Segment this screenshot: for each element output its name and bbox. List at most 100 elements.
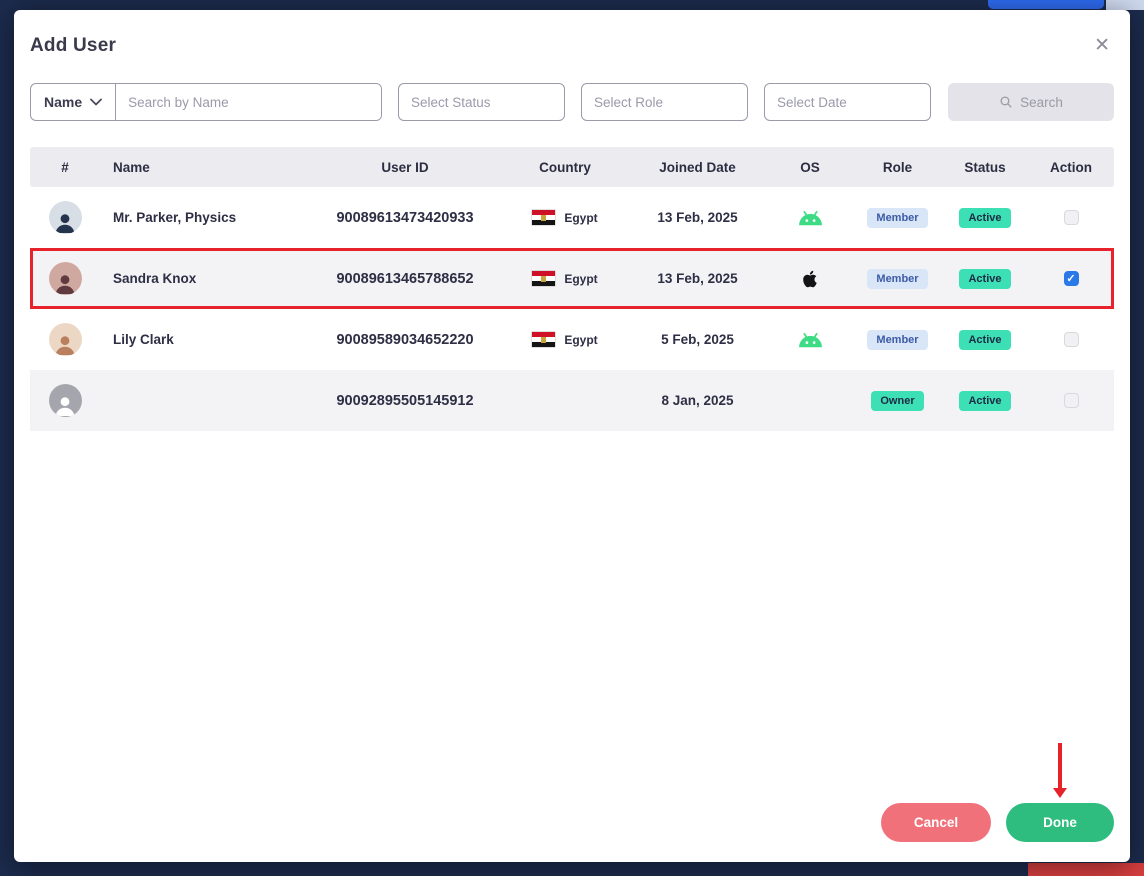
avatar [48,323,82,356]
action-cell [1030,210,1112,225]
os-cell [765,269,855,289]
joined-date: 5 Feb, 2025 [661,332,734,347]
select-role-input[interactable] [581,83,748,121]
status-cell: Active [940,268,1030,289]
row-checkbox[interactable] [1063,332,1079,347]
avatar-cell [30,384,100,417]
column-header-role: Role [882,159,913,175]
country-cell: Egypt [500,332,630,347]
modal-title: Add User [30,34,117,56]
name-filter-dropdown[interactable]: Name [31,84,117,120]
column-header-os: OS [800,159,820,175]
column-header-index: # [61,159,69,175]
role-badge: Owner [871,390,924,411]
row-checkbox[interactable] [1063,271,1079,286]
person-icon [55,275,75,294]
column-header-status: Status [964,159,1006,175]
status-badge: Active [959,268,1011,289]
table-row[interactable]: Lily Clark 90089589034652220 Egypt 5 Feb… [30,309,1114,370]
status-cell: Active [940,329,1030,350]
column-header-country: Country [539,159,591,175]
user-name: Lily Clark [113,332,174,347]
name-filter-label: Name [44,94,83,110]
table-header: # Name User ID Country Joined Date OS Ro… [30,147,1114,187]
flag-emblem [541,275,547,282]
role-badge: Member [867,268,928,289]
os-cell [765,210,855,226]
background-red-element [1028,863,1144,876]
role-cell: Member [855,329,940,350]
cancel-button[interactable]: Cancel [881,803,991,842]
status-badge: Active [959,207,1011,228]
country-cell: Egypt [500,210,630,225]
joined-date: 8 Jan, 2025 [661,393,734,408]
user-name: Mr. Parker, Physics [113,210,237,225]
role-cell: Owner [855,390,940,411]
background-blue-button [988,0,1104,9]
column-header-user-id: User ID [381,159,429,175]
select-status-input[interactable] [398,83,565,121]
arrow-line [1058,743,1062,788]
person-icon [55,397,75,416]
flag-emblem [541,214,547,221]
modal-header: Add User ✕ [30,10,1114,57]
avatar-cell [30,262,100,295]
user-id: 90089589034652220 [336,331,474,348]
search-button[interactable]: Search [948,83,1114,121]
column-header-action: Action [1050,159,1092,175]
os-cell [765,332,855,348]
name-search-group: Name [30,83,382,121]
user-id: 90089613465788652 [336,270,474,287]
person-icon [55,336,75,355]
country-cell: Egypt [500,271,630,286]
search-icon [1000,96,1012,108]
column-header-name: Name [113,159,150,175]
modal-footer: Cancel Done [881,803,1114,842]
avatar [48,201,82,234]
user-id: 90092895505145912 [336,392,474,409]
table-body: Mr. Parker, Physics 90089613473420933 Eg… [30,187,1114,431]
action-cell [1030,332,1112,347]
user-name: Sandra Knox [113,271,197,286]
filter-bar: Name Search [30,83,1114,121]
role-cell: Member [855,207,940,228]
search-by-name-input[interactable] [116,84,381,120]
row-checkbox[interactable] [1063,210,1079,225]
country-label: Egypt [564,271,598,286]
person-icon [55,214,75,233]
table-row[interactable]: 90092895505145912 8 Jan, 2025 Owner Acti… [30,370,1114,431]
joined-date: 13 Feb, 2025 [657,210,738,225]
avatar-cell [30,201,100,234]
avatar [48,262,82,295]
select-date-input[interactable] [764,83,931,121]
status-badge: Active [959,390,1011,411]
background-corner [1106,0,1144,10]
done-button[interactable]: Done [1006,803,1114,842]
close-icon[interactable]: ✕ [1090,34,1114,57]
action-cell [1030,271,1112,286]
action-cell [1030,393,1112,408]
country-label: Egypt [564,210,598,225]
row-checkbox[interactable] [1063,393,1079,408]
user-id: 90089613473420933 [336,209,474,226]
search-button-label: Search [1020,94,1063,110]
role-cell: Member [855,268,940,289]
column-header-joined-date: Joined Date [659,159,736,175]
egypt-flag-icon [532,271,556,286]
chevron-down-icon [90,98,103,106]
flag-emblem [541,336,547,343]
egypt-flag-icon [532,210,556,225]
status-cell: Active [940,390,1030,411]
table-row[interactable]: Mr. Parker, Physics 90089613473420933 Eg… [30,187,1114,248]
apple-icon [803,270,817,287]
status-badge: Active [959,329,1011,350]
avatar-cell [30,323,100,356]
country-label: Egypt [564,332,598,347]
arrow-head [1053,788,1067,798]
role-badge: Member [867,329,928,350]
android-icon [798,210,822,225]
add-user-modal: Add User ✕ Name Search # Name User ID [14,10,1130,862]
status-cell: Active [940,207,1030,228]
table-row[interactable]: Sandra Knox 90089613465788652 Egypt 13 F… [30,248,1114,309]
egypt-flag-icon [532,332,556,347]
